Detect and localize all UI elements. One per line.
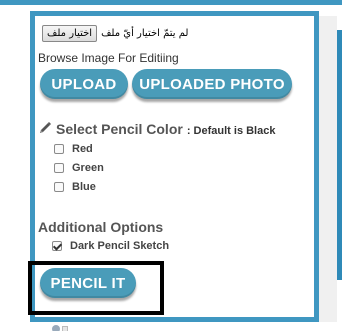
blue-label: Blue bbox=[72, 181, 96, 193]
red-checkbox[interactable] bbox=[54, 144, 64, 154]
file-status-text: لم يتمّ اختيار أيّ ملف bbox=[101, 28, 189, 39]
google-widget-fragment bbox=[52, 325, 68, 331]
color-option-blue[interactable]: Blue bbox=[54, 181, 96, 193]
pencil-it-button[interactable]: PENCIL IT bbox=[40, 268, 136, 298]
green-checkbox[interactable] bbox=[54, 163, 64, 173]
green-label: Green bbox=[72, 162, 104, 174]
color-option-red[interactable]: Red bbox=[54, 143, 93, 155]
right-panel-bg bbox=[319, 16, 337, 322]
browse-label: Browse Image For Editiing bbox=[38, 51, 179, 65]
pencil-icon bbox=[40, 122, 51, 133]
choose-file-button[interactable]: اختيار ملف bbox=[42, 25, 98, 42]
blue-checkbox[interactable] bbox=[54, 182, 64, 192]
additional-options-heading: Additional Options bbox=[38, 219, 164, 235]
pencil-color-heading: Select Pencil Color : Default is Black bbox=[38, 120, 275, 137]
dark-sketch-checkbox[interactable] bbox=[52, 241, 62, 251]
pencil-color-title: Select Pencil Color bbox=[56, 121, 183, 137]
globe-icon bbox=[52, 325, 60, 331]
google-translate-box[interactable] bbox=[62, 326, 68, 331]
file-input: اختيار ملف لم يتمّ اختيار أيّ ملف bbox=[42, 25, 188, 42]
color-option-green[interactable]: Green bbox=[54, 162, 104, 174]
option-dark-pencil-sketch[interactable]: Dark Pencil Sketch bbox=[52, 240, 169, 252]
upload-button[interactable]: UPLOAD bbox=[40, 69, 128, 99]
uploaded-photo-button[interactable]: UPLOADED PHOTO bbox=[132, 69, 292, 99]
dark-sketch-label: Dark Pencil Sketch bbox=[70, 240, 170, 252]
top-border bbox=[0, 0, 342, 5]
red-label: Red bbox=[72, 143, 93, 155]
right-accent-bar bbox=[337, 30, 342, 280]
pencil-color-default-note: : Default is Black bbox=[186, 125, 276, 137]
